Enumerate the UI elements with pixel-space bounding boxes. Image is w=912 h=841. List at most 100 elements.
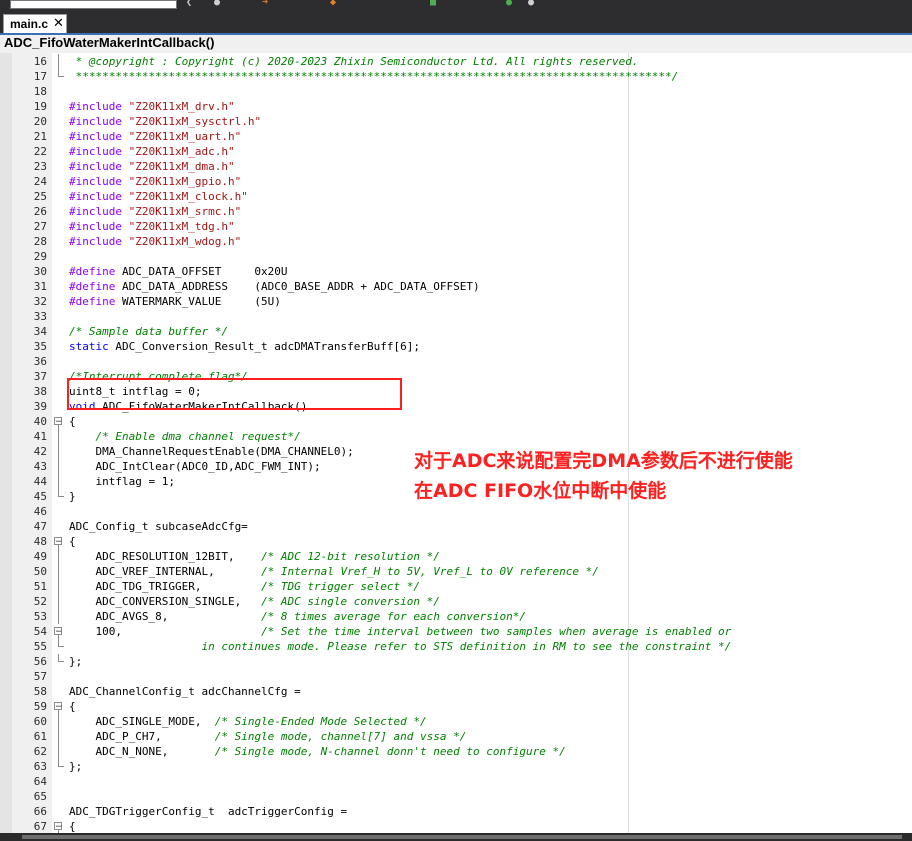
code-line[interactable]: 66 ADC_TDGTriggerConfig_t adcTriggerConfi…	[0, 804, 912, 819]
tab-main-c[interactable]: main.c ✕	[3, 14, 67, 33]
code-line[interactable]: 25 #include "Z20K11xM_clock.h"	[0, 189, 912, 204]
code-line[interactable]: 34 /* Sample data buffer */	[0, 324, 912, 339]
code-text: #include "Z20K11xM_srmc.h"	[69, 204, 241, 219]
line-number: 45	[33, 490, 47, 503]
code-line[interactable]: 36	[0, 354, 912, 369]
code-line[interactable]: 49 ADC_RESOLUTION_12BIT, /* ADC 12-bit r…	[0, 549, 912, 564]
code-line[interactable]: 26 #include "Z20K11xM_srmc.h"	[0, 204, 912, 219]
code-token: #define	[69, 295, 122, 308]
code-line[interactable]: 53 ADC_AVGS_8, /* 8 times average for ea…	[0, 609, 912, 624]
code-token: ADC_Config_t subcaseAdcCfg=	[69, 520, 248, 533]
code-text: ADC_AVGS_8, /* 8 times average for each …	[69, 609, 525, 624]
bookmark-icon[interactable]: ➜	[262, 0, 268, 9]
code-line[interactable]: 57	[0, 669, 912, 684]
forward-icon[interactable]: ●	[214, 0, 220, 9]
code-token: #include	[69, 175, 129, 188]
search-input[interactable]	[10, 0, 177, 9]
scrollbar-thumb[interactable]	[22, 835, 902, 839]
code-token: #include	[69, 145, 129, 158]
code-line[interactable]: 48−{	[0, 534, 912, 549]
code-line[interactable]: 47 ADC_Config_t subcaseAdcCfg=	[0, 519, 912, 534]
code-token: ADC_DATA_OFFSET 0x20U	[121, 265, 288, 278]
code-line[interactable]: 22 #include "Z20K11xM_adc.h"	[0, 144, 912, 159]
code-line[interactable]: 30 #define ADC_DATA_OFFSET 0x20U	[0, 264, 912, 279]
code-line[interactable]: 16 * @copyright : Copyright (c) 2020-202…	[0, 54, 912, 69]
fold-guide	[58, 714, 59, 729]
code-line[interactable]: 50 ADC_VREF_INTERNAL, /* Internal Vref_H…	[0, 564, 912, 579]
fold-guide	[58, 729, 59, 744]
code-token: #include	[69, 115, 129, 128]
code-token: /* Enable dma channel request*/	[69, 430, 301, 443]
code-line[interactable]: 51 ADC_TDG_TRIGGER, /* TDG trigger selec…	[0, 579, 912, 594]
code-line[interactable]: 59−{	[0, 699, 912, 714]
code-line[interactable]: 63};	[0, 759, 912, 774]
code-line[interactable]: 58 ADC_ChannelConfig_t adcChannelCfg =	[0, 684, 912, 699]
back-icon[interactable]: ❮	[186, 0, 192, 9]
code-token: ADC_P_CH7,	[69, 730, 215, 743]
code-token: "Z20K11xM_uart.h"	[128, 130, 242, 143]
code-line[interactable]: 55 in continues mode. Please refer to ST…	[0, 639, 912, 654]
function-navigation-bar[interactable]: ADC_FifoWaterMakerIntCallback()	[0, 35, 912, 54]
code-line[interactable]: 64	[0, 774, 912, 789]
code-line[interactable]: 67−{	[0, 819, 912, 833]
code-text: ADC_CONVERSION_SINGLE, /* ADC single con…	[69, 594, 439, 609]
line-number: 63	[33, 760, 47, 773]
code-editor[interactable]: 16 * @copyright : Copyright (c) 2020-202…	[0, 53, 912, 833]
code-line[interactable]: 40−{	[0, 414, 912, 429]
code-line[interactable]: 21 #include "Z20K11xM_uart.h"	[0, 129, 912, 144]
fold-toggle-icon[interactable]: −	[54, 822, 63, 832]
line-number: 25	[33, 190, 47, 203]
code-line[interactable]: 62 ADC_N_NONE, /* Single mode, N-channel…	[0, 744, 912, 759]
debug-icon[interactable]: ●	[506, 0, 512, 9]
code-token: "Z20K11xM_drv.h"	[128, 100, 235, 113]
settings-icon[interactable]: ●	[528, 0, 534, 9]
code-line[interactable]: 33	[0, 309, 912, 324]
code-line[interactable]: 27 #include "Z20K11xM_tdg.h"	[0, 219, 912, 234]
line-number: 44	[33, 475, 47, 488]
code-line[interactable]: 31 #define ADC_DATA_ADDRESS (ADC0_BASE_AD…	[0, 279, 912, 294]
code-token: "Z20K11xM_gpio.h"	[128, 175, 242, 188]
code-line[interactable]: 60 ADC_SINGLE_MODE, /* Single-Ended Mode…	[0, 714, 912, 729]
code-line[interactable]: 24 #include "Z20K11xM_gpio.h"	[0, 174, 912, 189]
line-number: 51	[33, 580, 47, 593]
code-line[interactable]: 28 #include "Z20K11xM_wdog.h"	[0, 234, 912, 249]
code-line[interactable]: 18	[0, 84, 912, 99]
annotation-line-1: 对于ADC来说配置完DMA参数后不进行使能	[414, 450, 793, 472]
code-line[interactable]: 46	[0, 504, 912, 519]
code-line[interactable]: 19 #include "Z20K11xM_drv.h"	[0, 99, 912, 114]
line-number: 55	[33, 640, 47, 653]
code-token: #include	[69, 100, 129, 113]
line-number: 56	[33, 655, 47, 668]
fold-toggle-icon[interactable]: −	[54, 627, 63, 637]
code-line[interactable]: 52 ADC_CONVERSION_SINGLE, /* ADC single …	[0, 594, 912, 609]
close-icon[interactable]: ✕	[53, 15, 64, 31]
code-line[interactable]: 41 /* Enable dma channel request*/	[0, 429, 912, 444]
code-line[interactable]: 61 ADC_P_CH7, /* Single mode, channel[7]…	[0, 729, 912, 744]
code-line[interactable]: 23 #include "Z20K11xM_dma.h"	[0, 159, 912, 174]
fold-guide	[58, 474, 59, 489]
find-icon[interactable]: ◆	[330, 0, 336, 9]
code-line[interactable]: 35 static ADC_Conversion_Result_t adcDMAT…	[0, 339, 912, 354]
line-number: 62	[33, 745, 47, 758]
code-token: * @copyright : Copyright (c) 2020-2023 Z…	[69, 55, 639, 68]
fold-toggle-icon[interactable]: −	[54, 417, 63, 427]
code-token: "Z20K11xM_clock.h"	[128, 190, 248, 203]
code-text: ADC_ChannelConfig_t adcChannelCfg =	[69, 684, 301, 699]
line-number: 33	[33, 310, 47, 323]
code-token: #include	[69, 160, 129, 173]
code-text: ADC_TDGTriggerConfig_t adcTriggerConfig …	[69, 804, 347, 819]
code-line[interactable]: 32 #define WATERMARK_VALUE (5U)	[0, 294, 912, 309]
code-line[interactable]: 56};	[0, 654, 912, 669]
code-line[interactable]: 20 #include "Z20K11xM_sysctrl.h"	[0, 114, 912, 129]
code-line[interactable]: 29	[0, 249, 912, 264]
code-token: /* Single-Ended Mode Selected */	[214, 715, 427, 728]
fold-toggle-icon[interactable]: −	[54, 537, 63, 547]
code-line[interactable]: 54− 100, /* Set the time interval betwee…	[0, 624, 912, 639]
line-number: 42	[33, 445, 47, 458]
horizontal-scrollbar[interactable]	[0, 833, 912, 841]
code-line[interactable]: 17 *************************************…	[0, 69, 912, 84]
build-icon[interactable]: ■	[430, 0, 436, 9]
fold-toggle-icon[interactable]: −	[54, 702, 63, 712]
code-line[interactable]: 65	[0, 789, 912, 804]
code-token: {	[69, 700, 76, 713]
